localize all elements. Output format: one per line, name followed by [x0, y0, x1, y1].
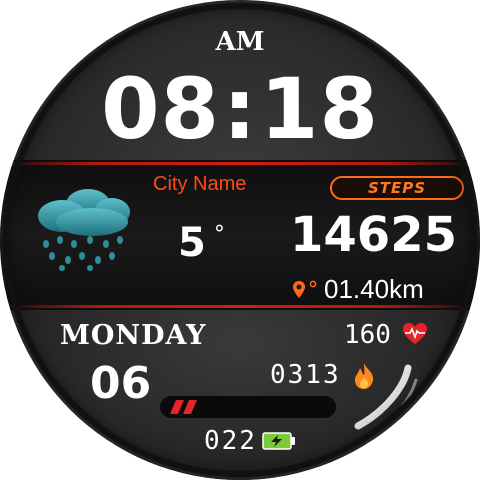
steps-distance: 01.40km: [324, 274, 424, 304]
battery-progress-fill: [170, 400, 210, 414]
band-top-divider: [0, 162, 480, 165]
steps-badge: STEPS: [330, 176, 464, 200]
watch-face: AM 08:18 City Name 5 ° STEPS 14625 01.40…: [0, 0, 480, 480]
battery-level-value: 022: [204, 426, 257, 456]
digital-time: 08:18: [0, 64, 480, 154]
degree-symbol: °: [213, 222, 225, 247]
glass-glare-icon: [350, 360, 420, 445]
time-hours: 08: [101, 60, 220, 158]
rain-cloud-icon: [32, 186, 136, 277]
steps-count: 14625: [290, 207, 457, 263]
battery-charging-icon: [262, 430, 298, 457]
time-minutes: 18: [260, 60, 379, 158]
day-of-month: 06: [90, 358, 152, 409]
time-separator: :: [222, 60, 258, 158]
weather-temperature: 5 °: [178, 220, 225, 266]
weather-city-name: City Name: [153, 173, 247, 195]
heart-rate-value: 160: [344, 320, 391, 350]
location-pin-icon: [292, 280, 320, 307]
ampm-indicator: AM: [215, 27, 265, 57]
calories-value: 0313: [270, 360, 341, 390]
band-bottom-divider: [0, 305, 480, 308]
heart-pulse-icon: [402, 322, 428, 351]
weekday-label: MONDAY: [60, 320, 207, 351]
temperature-value: 5: [178, 220, 206, 266]
